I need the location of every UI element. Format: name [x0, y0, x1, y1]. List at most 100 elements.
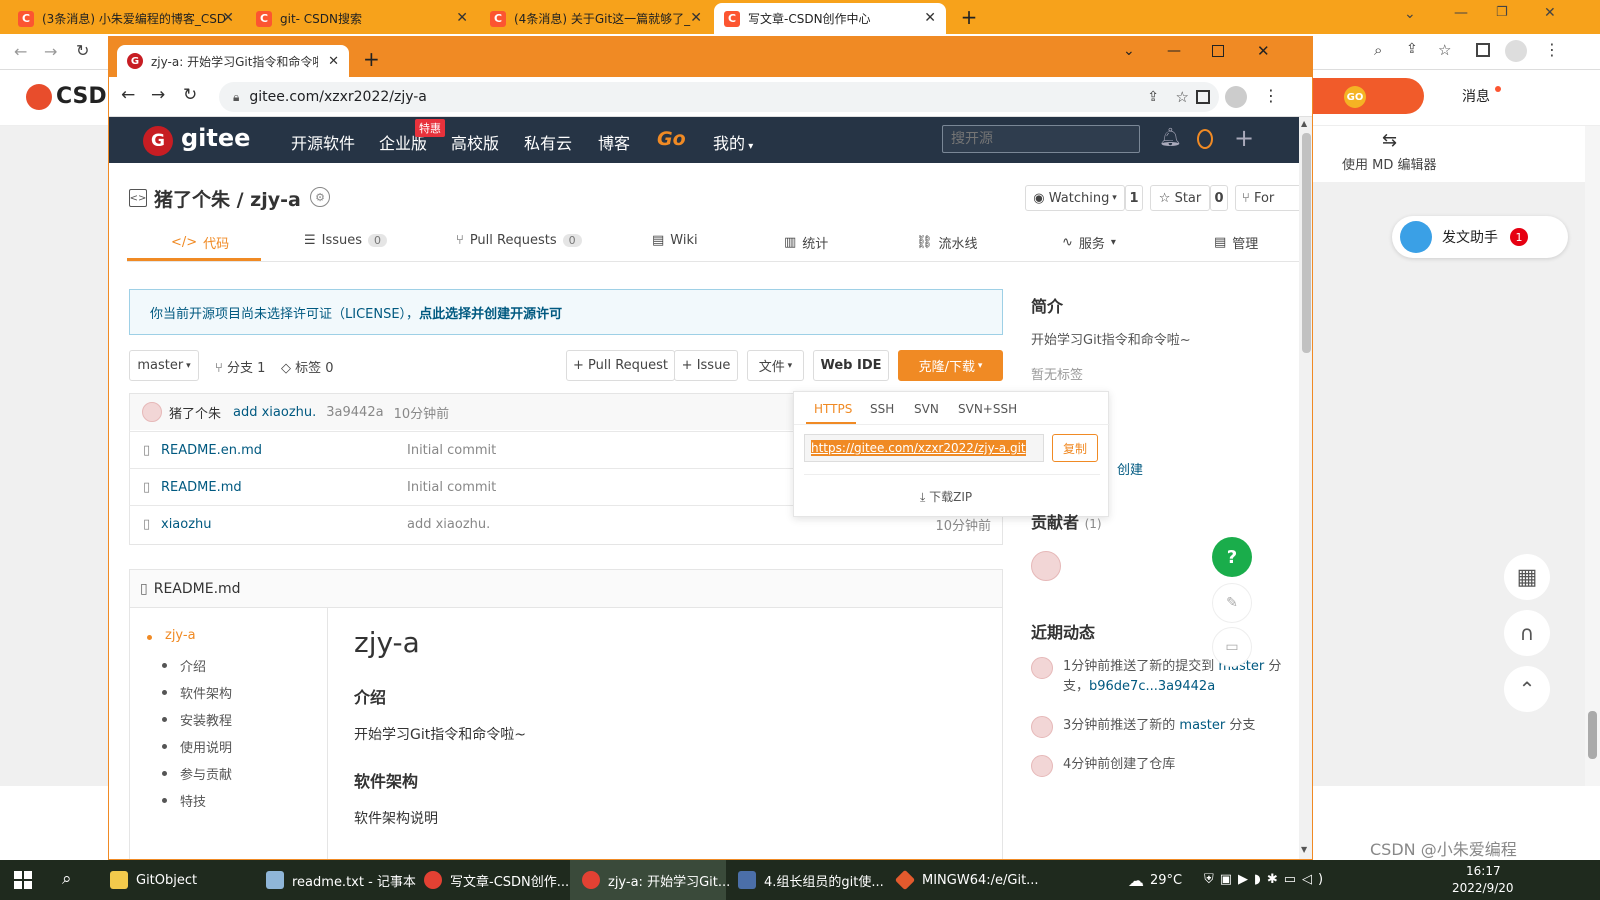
tab-code[interactable]: </> 代码: [171, 233, 229, 252]
tags-link[interactable]: ◇ 标签 0: [281, 357, 334, 376]
tab-wiki[interactable]: ▤ Wiki: [652, 233, 698, 248]
share-icon[interactable]: ⇪: [1147, 89, 1159, 105]
restore-icon[interactable]: ❐: [1496, 5, 1508, 20]
nav-blog[interactable]: 博客: [598, 130, 630, 154]
taskbar-item[interactable]: 写文章-CSDN创作...: [424, 860, 569, 900]
profile-avatar-icon[interactable]: [1225, 86, 1247, 108]
close-icon[interactable]: ✕: [222, 10, 234, 26]
fork-button[interactable]: ⑂ For: [1235, 185, 1299, 211]
back-arrow-icon[interactable]: ←: [14, 42, 27, 61]
back-to-top-icon[interactable]: ⌃: [1504, 666, 1550, 712]
search-icon[interactable]: ⌕: [62, 869, 72, 889]
taskbar-item[interactable]: GitObject: [110, 860, 197, 900]
vertical-scrollbar-thumb[interactable]: [1302, 133, 1311, 353]
toc-item[interactable]: 介绍: [161, 656, 232, 683]
menu-dots-icon[interactable]: ⋮: [1263, 86, 1279, 105]
activity-commit-link[interactable]: b96de7c...3a9442a: [1089, 679, 1215, 694]
tab-pull-requests[interactable]: ⑂ Pull Requests 0: [456, 233, 582, 248]
address-bar[interactable]: 🔒︎ gitee.com/xzxr2022/zjy-a ⇪ ☆: [219, 82, 1219, 112]
author-avatar[interactable]: [142, 402, 162, 422]
clone-tab-https[interactable]: HTTPS: [814, 402, 852, 416]
md-swap-icon[interactable]: ⇆: [1382, 130, 1397, 151]
tray-icons[interactable]: ⛨▣▶◗✱▭◁): [1204, 872, 1329, 887]
assistant-button[interactable]: 发文助手 1: [1392, 216, 1568, 258]
search-input[interactable]: [943, 126, 1139, 152]
pull-request-button[interactable]: + Pull Request: [566, 350, 675, 381]
file-name[interactable]: README.md: [161, 480, 242, 495]
reload-icon[interactable]: ↻: [76, 41, 89, 60]
minimize-icon[interactable]: —: [1454, 5, 1468, 21]
contributor-avatar[interactable]: [1031, 551, 1061, 581]
clone-download-button[interactable]: 克隆/下载 ▾: [898, 350, 1003, 381]
message-link[interactable]: 消息: [1462, 86, 1490, 106]
toc-item[interactable]: 特技: [161, 791, 232, 818]
activity-branch-link[interactable]: master: [1179, 718, 1225, 733]
clone-url-text[interactable]: https://gitee.com/xzxr2022/zjy-a.git: [811, 440, 1026, 456]
close-window-icon[interactable]: ✕: [1257, 42, 1270, 60]
tab-services[interactable]: ∿ 服务 ▾: [1062, 233, 1116, 252]
md-editor-label[interactable]: 使用 MD 编辑器: [1342, 154, 1437, 173]
scroll-up-icon[interactable]: ▲: [1301, 119, 1307, 128]
menu-dots-icon[interactable]: ⋮: [1544, 40, 1560, 59]
tab-manage[interactable]: ▤ 管理: [1214, 233, 1258, 252]
sidepanel-icon[interactable]: [1196, 90, 1210, 104]
help-button[interactable]: ?: [1212, 537, 1252, 577]
file-commit-msg[interactable]: add xiaozhu.: [407, 517, 490, 532]
back-tab-1[interactable]: C (3条消息) 小朱爱编程的博客_CSD ✕: [8, 3, 244, 34]
star-count[interactable]: 0: [1210, 185, 1228, 211]
create-link[interactable]: 创建: [1117, 459, 1143, 478]
tab-search-icon[interactable]: ⌄: [1404, 6, 1416, 22]
back-arrow-icon[interactable]: ←: [121, 85, 135, 105]
tab-pipeline[interactable]: ⛓ 流水线: [916, 233, 978, 252]
file-name[interactable]: xiaozhu: [161, 517, 212, 532]
activity-avatar[interactable]: [1031, 657, 1053, 679]
issue-button[interactable]: + Issue: [674, 350, 738, 381]
tab-search-icon[interactable]: ⌄: [1123, 43, 1135, 59]
back-tab-4[interactable]: C 写文章-CSDN创作中心 ✕: [714, 3, 946, 34]
gitee-logo-text[interactable]: gitee: [181, 124, 250, 152]
tab-stats[interactable]: ▥ 统计: [784, 233, 828, 252]
tab-issues[interactable]: ☰ Issues 0: [304, 233, 388, 248]
bookmark-star-icon[interactable]: ☆: [1176, 88, 1189, 106]
reload-icon[interactable]: ↻: [183, 85, 197, 105]
bookmark-star-icon[interactable]: ☆: [1438, 41, 1451, 59]
download-zip-link[interactable]: ⤓ 下载ZIP: [920, 488, 972, 505]
file-commit-msg[interactable]: Initial commit: [407, 480, 496, 495]
license-link[interactable]: 点此选择并创建开源许可: [419, 303, 562, 322]
qrcode-icon[interactable]: ▦: [1504, 554, 1550, 600]
csdn-scrollbar[interactable]: [1585, 126, 1600, 786]
nav-opensource[interactable]: 开源软件: [291, 130, 355, 154]
forward-arrow-icon[interactable]: →: [44, 42, 57, 61]
headset-icon[interactable]: ∩: [1504, 610, 1550, 656]
maximize-icon[interactable]: [1212, 45, 1224, 57]
gitee-logo-icon[interactable]: G: [143, 126, 173, 156]
taskbar-item[interactable]: readme.txt - 记事本: [266, 860, 416, 900]
repo-settings-icon[interactable]: ⚙: [310, 187, 330, 207]
vertical-scrollbar[interactable]: ▲ ▼: [1299, 117, 1312, 859]
plus-icon[interactable]: +: [1234, 124, 1254, 152]
close-window-icon[interactable]: ✕: [1544, 5, 1556, 21]
zoom-icon[interactable]: ⌕: [1374, 41, 1382, 59]
clone-url-field[interactable]: https://gitee.com/xzxr2022/zjy-a.git: [804, 434, 1044, 462]
clone-tab-ssh[interactable]: SSH: [870, 402, 894, 416]
activity-avatar[interactable]: [1031, 716, 1053, 738]
profile-avatar-icon[interactable]: [1505, 40, 1527, 62]
close-icon[interactable]: ✕: [328, 54, 339, 69]
close-icon[interactable]: ✕: [690, 10, 702, 26]
new-tab-icon[interactable]: +: [958, 5, 980, 29]
clone-tab-svn-ssh[interactable]: SVN+SSH: [958, 402, 1017, 416]
branches-link[interactable]: ⑂ 分支 1: [215, 357, 265, 376]
activity-avatar[interactable]: [1031, 755, 1053, 777]
clone-tab-svn[interactable]: SVN: [914, 402, 939, 416]
csdn-scrollbar-thumb[interactable]: [1588, 711, 1597, 759]
forward-arrow-icon[interactable]: →: [151, 85, 165, 105]
taskbar-item[interactable]: MINGW64:/e/Git...: [894, 860, 1039, 900]
star-button[interactable]: ☆ Star: [1150, 185, 1210, 211]
repo-title[interactable]: 猪了个朱 / zjy-a: [154, 185, 301, 212]
taskbar-item[interactable]: 4.组长组员的git使...: [738, 860, 884, 900]
file-button[interactable]: 文件 ▾: [747, 350, 804, 381]
watching-button[interactable]: ◉ Watching ▾: [1025, 185, 1125, 211]
back-tab-3[interactable]: C (4条消息) 关于Git这一篇就够了_ ✕: [480, 3, 712, 34]
front-active-tab[interactable]: G zjy-a: 开始学习Git指令和命令啦 ✕: [117, 45, 349, 77]
toc-item[interactable]: 安装教程: [161, 710, 232, 737]
